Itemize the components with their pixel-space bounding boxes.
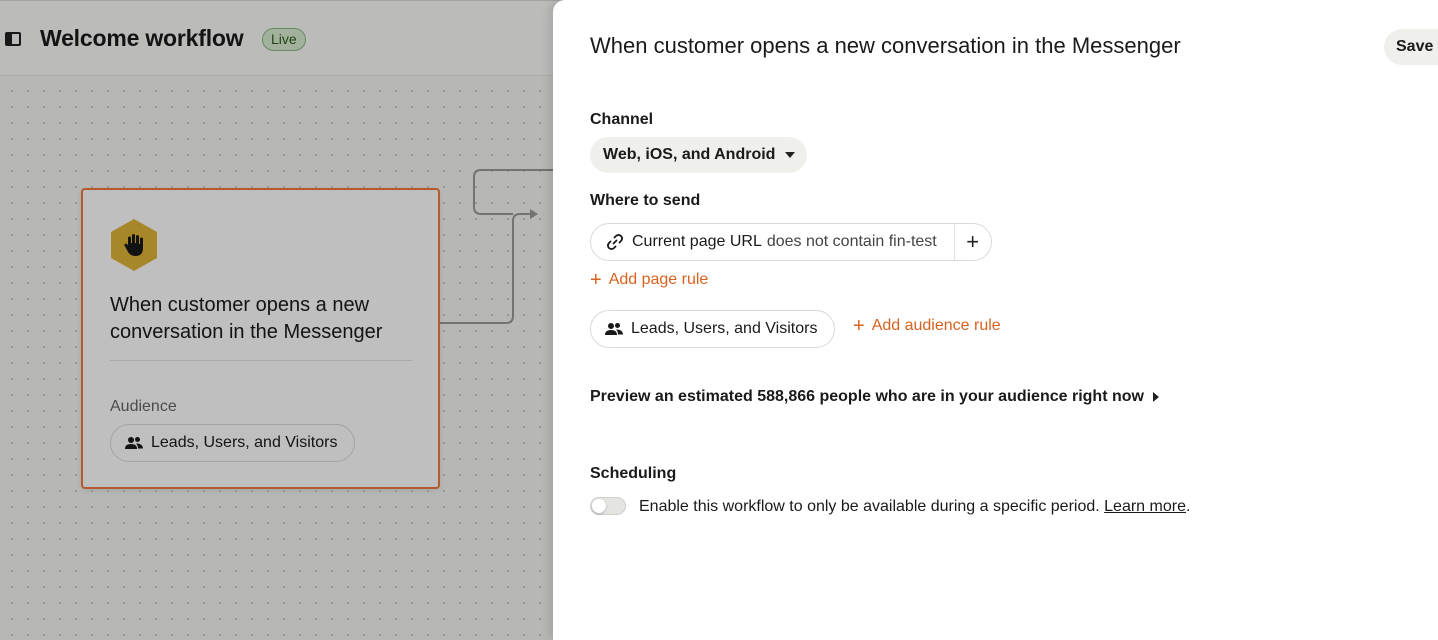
audience-rule-chip[interactable]: Leads, Users, and Visitors bbox=[590, 310, 836, 348]
toggle-knob bbox=[592, 499, 606, 513]
scheduling-description-text: Enable this workflow to only be availabl… bbox=[639, 498, 1100, 515]
scheduling-toggle[interactable] bbox=[590, 497, 626, 515]
audience-rule-label: Leads, Users, and Visitors bbox=[631, 320, 818, 337]
channel-dropdown-value: Web, iOS, and Android bbox=[603, 146, 776, 163]
rule-attribute: Current page URL bbox=[632, 233, 762, 250]
add-audience-rule-label: Add audience rule bbox=[871, 317, 1001, 334]
audience-preview-text: Preview an estimated 588,866 people who … bbox=[590, 388, 1144, 405]
scheduling-label: Scheduling bbox=[590, 465, 677, 482]
people-icon bbox=[605, 323, 623, 335]
page-rule-editor[interactable]: Current page URL does not contain fin-te… bbox=[591, 224, 954, 260]
plus-icon: + bbox=[590, 269, 602, 291]
chevron-down-icon bbox=[785, 152, 796, 158]
page-rule: Current page URL does not contain fin-te… bbox=[590, 223, 992, 261]
add-condition-button[interactable]: + bbox=[953, 224, 991, 260]
save-button[interactable]: Save bbox=[1384, 29, 1438, 65]
panel-title: When customer opens a new conversation i… bbox=[590, 33, 1181, 58]
where-to-send-label: Where to send bbox=[590, 192, 701, 209]
rule-condition: does not contain fin-test bbox=[766, 233, 937, 250]
trigger-settings-panel: When customer opens a new conversation i… bbox=[553, 0, 1438, 640]
add-audience-rule-link[interactable]: + Add audience rule bbox=[853, 315, 1001, 337]
caret-right-icon bbox=[1152, 392, 1159, 402]
channel-label: Channel bbox=[590, 111, 654, 128]
link-icon bbox=[607, 234, 623, 250]
audience-preview-toggle[interactable]: Preview an estimated 588,866 people who … bbox=[590, 388, 1159, 406]
add-page-rule-label: Add page rule bbox=[608, 271, 709, 288]
channel-dropdown[interactable]: Web, iOS, and Android bbox=[590, 137, 808, 173]
add-page-rule-link[interactable]: + Add page rule bbox=[590, 269, 709, 291]
scheduling-description: Enable this workflow to only be availabl… bbox=[639, 498, 1190, 516]
scheduling-trailing: . bbox=[1185, 498, 1191, 515]
plus-icon: + bbox=[853, 315, 865, 337]
learn-more-link[interactable]: Learn more bbox=[1104, 498, 1186, 515]
plus-icon: + bbox=[966, 229, 980, 254]
